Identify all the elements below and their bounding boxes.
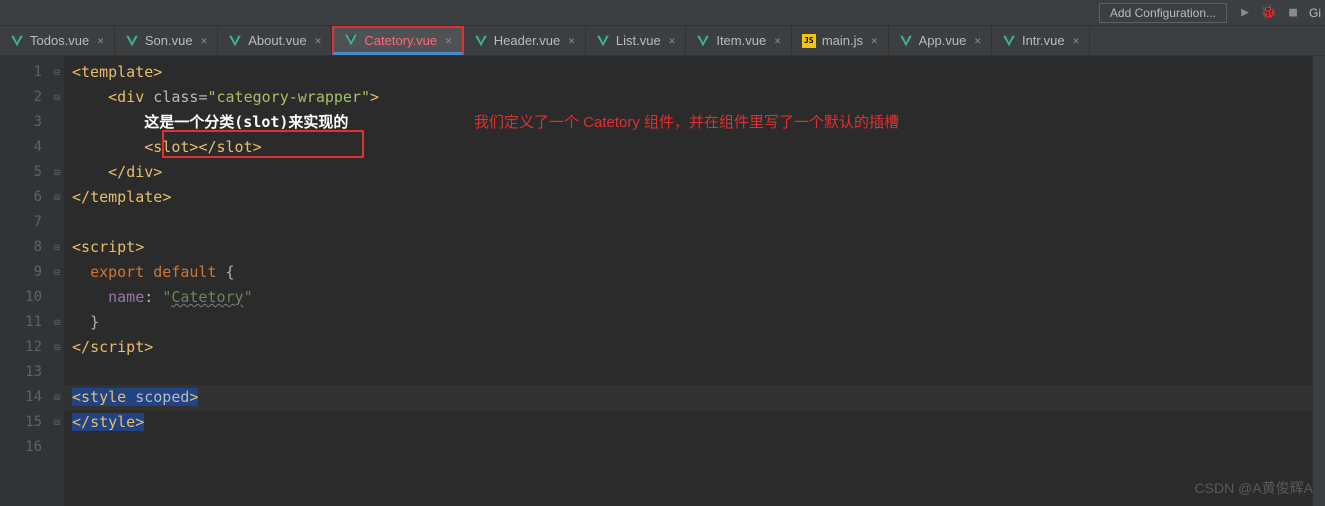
line-number: 4 — [34, 139, 42, 155]
close-icon[interactable]: ✕ — [201, 34, 208, 47]
vue-icon — [125, 34, 139, 48]
code-editor[interactable]: 1 ⊟ 2 ⊟ 3 4 5 ⊟ 6 ⊟ 7 8 ⊟ 9 ⊟ 10 11 ⊟ 12 ⊟ 13 14… — [0, 56, 1325, 506]
tab-label: Header.vue — [494, 33, 561, 48]
line-number: 6 — [34, 189, 42, 205]
code-line-12[interactable]: </script> — [64, 335, 1325, 360]
line-number: 14 — [25, 389, 42, 405]
vue-icon — [696, 34, 710, 48]
fold-icon[interactable]: ⊟ — [54, 60, 60, 85]
code-area[interactable]: <template> <div class="category-wrapper"… — [64, 56, 1325, 506]
close-icon[interactable]: ✕ — [974, 34, 981, 47]
code-line-4[interactable]: <slot></slot> — [64, 135, 1325, 160]
vue-icon — [344, 33, 358, 47]
fold-icon[interactable]: ⊟ — [54, 160, 60, 185]
fold-icon[interactable]: ⊟ — [54, 385, 60, 410]
tab-label: List.vue — [616, 33, 661, 48]
line-number: 1 — [34, 64, 42, 80]
code-line-10[interactable]: name: "Catetory" — [64, 285, 1325, 310]
line-number: 2 — [34, 89, 42, 105]
close-icon[interactable]: ✕ — [669, 34, 676, 47]
tab-label: Intr.vue — [1022, 33, 1065, 48]
editor-tabs: Todos.vue ✕ Son.vue ✕ About.vue ✕ Cateto… — [0, 26, 1325, 56]
stop-icon[interactable]: ■ — [1285, 5, 1301, 21]
tab-header[interactable]: Header.vue ✕ — [464, 26, 586, 55]
line-number: 11 — [25, 314, 42, 330]
code-line-1[interactable]: <template> — [64, 60, 1325, 85]
close-icon[interactable]: ✕ — [774, 34, 781, 47]
fold-icon[interactable]: ⊟ — [54, 335, 60, 360]
run-icon[interactable]: ▶ — [1237, 5, 1253, 21]
vue-icon — [228, 34, 242, 48]
vue-icon — [1002, 34, 1016, 48]
fold-icon[interactable]: ⊟ — [54, 310, 60, 335]
close-icon[interactable]: ✕ — [97, 34, 104, 47]
line-number: 8 — [34, 239, 42, 255]
line-gutter: 1 ⊟ 2 ⊟ 3 4 5 ⊟ 6 ⊟ 7 8 ⊟ 9 ⊟ 10 11 ⊟ 12 ⊟ 13 14… — [0, 56, 64, 506]
tab-todos[interactable]: Todos.vue ✕ — [0, 26, 115, 55]
tab-label: Son.vue — [145, 33, 193, 48]
code-line-11[interactable]: } — [64, 310, 1325, 335]
tab-son[interactable]: Son.vue ✕ — [115, 26, 218, 55]
debug-icon[interactable]: 🐞 — [1261, 5, 1277, 21]
watermark: CSDN @A黄俊辉A — [1195, 478, 1313, 498]
code-line-9[interactable]: export default { — [64, 260, 1325, 285]
tab-label: Item.vue — [716, 33, 766, 48]
line-number: 10 — [25, 289, 42, 305]
close-icon[interactable]: ✕ — [871, 34, 878, 47]
close-icon[interactable]: ✕ — [315, 34, 322, 47]
scrollbar[interactable] — [1313, 56, 1325, 506]
line-number: 9 — [34, 264, 42, 280]
code-line-13[interactable] — [64, 360, 1325, 385]
tab-app[interactable]: App.vue ✕ — [889, 26, 992, 55]
line-number: 12 — [25, 339, 42, 355]
toolbar-icons-group: ▶ 🐞 ■ — [1237, 5, 1301, 21]
tab-list[interactable]: List.vue ✕ — [586, 26, 686, 55]
fold-icon[interactable]: ⊟ — [54, 260, 60, 285]
code-line-8[interactable]: <script> — [64, 235, 1325, 260]
tab-label: App.vue — [919, 33, 967, 48]
code-line-2[interactable]: <div class="category-wrapper"> — [64, 85, 1325, 110]
line-number: 15 — [25, 414, 42, 430]
code-line-6[interactable]: </template> — [64, 185, 1325, 210]
vue-icon — [596, 34, 610, 48]
close-icon[interactable]: ✕ — [1073, 34, 1080, 47]
line-number: 7 — [34, 214, 42, 230]
line-number: 5 — [34, 164, 42, 180]
fold-icon[interactable]: ⊟ — [54, 410, 60, 435]
code-line-7[interactable] — [64, 210, 1325, 235]
git-label: Gi — [1309, 6, 1321, 20]
fold-icon[interactable]: ⊟ — [54, 85, 60, 110]
line-number: 3 — [34, 114, 42, 130]
code-line-16[interactable] — [64, 435, 1325, 460]
add-configuration-button[interactable]: Add Configuration... — [1099, 3, 1227, 23]
code-line-15[interactable]: </style> — [64, 410, 1325, 435]
line-number: 13 — [25, 364, 42, 380]
tab-item[interactable]: Item.vue ✕ — [686, 26, 791, 55]
fold-icon[interactable]: ⊟ — [54, 185, 60, 210]
tab-label: main.js — [822, 33, 863, 48]
vue-icon — [899, 34, 913, 48]
tab-label: About.vue — [248, 33, 307, 48]
top-toolbar: Add Configuration... ▶ 🐞 ■ Gi — [0, 0, 1325, 26]
tab-label: Catetory.vue — [364, 33, 437, 48]
tab-label: Todos.vue — [30, 33, 89, 48]
js-icon: JS — [802, 34, 816, 48]
tab-intr[interactable]: Intr.vue ✕ — [992, 26, 1090, 55]
close-icon[interactable]: ✕ — [445, 34, 452, 47]
tab-catetory[interactable]: Catetory.vue ✕ — [332, 26, 463, 55]
tab-main-js[interactable]: JS main.js ✕ — [792, 26, 889, 55]
close-icon[interactable]: ✕ — [568, 34, 575, 47]
line-number: 16 — [25, 439, 42, 455]
tab-about[interactable]: About.vue ✕ — [218, 26, 332, 55]
code-line-14[interactable]: <style scoped> — [64, 385, 1325, 410]
vue-icon — [474, 34, 488, 48]
vue-icon — [10, 34, 24, 48]
fold-icon[interactable]: ⊟ — [54, 235, 60, 260]
annotation-text: 我们定义了一个 Catetory 组件，并在组件里写了一个默认的插槽 — [474, 111, 899, 132]
code-line-5[interactable]: </div> — [64, 160, 1325, 185]
